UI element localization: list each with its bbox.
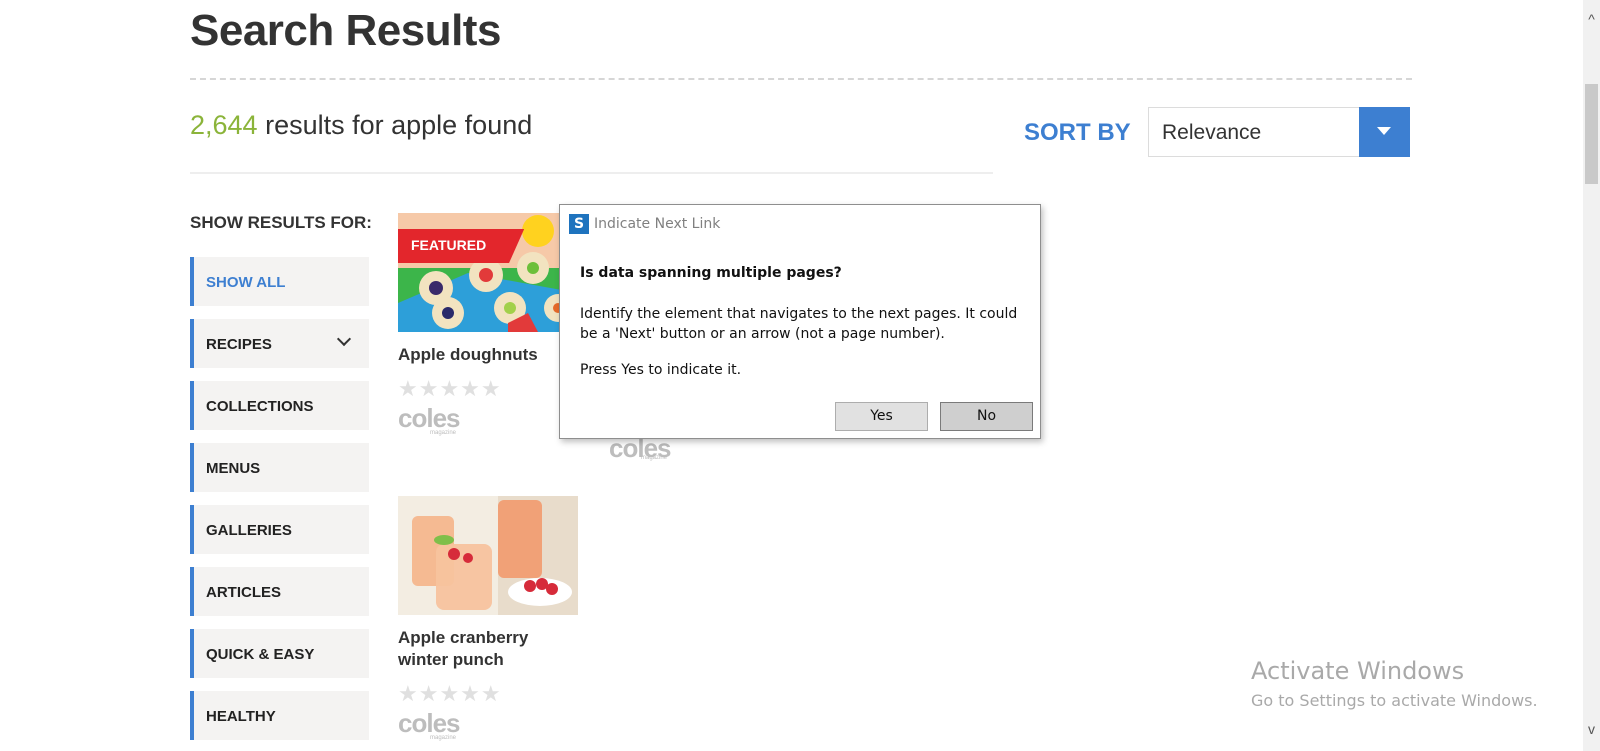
coles-logo-sub: magazine (641, 455, 668, 461)
sort-selected-value: Relevance (1162, 121, 1262, 144)
dialog-hint: Press Yes to indicate it. (580, 362, 742, 378)
filter-item-articles[interactable]: ARTICLES (190, 567, 369, 616)
filter-item-recipes[interactable]: RECIPES (190, 319, 369, 368)
page-title: Search Results (190, 6, 501, 55)
no-button[interactable]: No (940, 402, 1033, 431)
sort-by-label: SORT BY (1024, 119, 1131, 146)
filter-heading: SHOW RESULTS FOR: (190, 213, 372, 232)
filter-item-menus[interactable]: MENUS (190, 443, 369, 492)
featured-badge: FEATURED (398, 229, 525, 263)
recipe-image[interactable] (398, 496, 578, 615)
app-logo-icon: S (569, 214, 589, 234)
results-number: 2,644 (190, 110, 258, 140)
recipe-title[interactable]: Apple doughnuts (398, 344, 578, 366)
coles-logo-sub: magazine (430, 430, 457, 436)
rating-stars-icon[interactable]: ★★★★★ (398, 681, 578, 707)
watermark-title: Activate Windows (1251, 657, 1465, 685)
indicate-next-link-dialog: S Indicate Next Link Is data spanning mu… (559, 204, 1041, 439)
activate-windows-watermark: Activate Windows Go to Settings to activ… (1251, 657, 1538, 710)
chevron-down-icon[interactable] (1359, 107, 1410, 157)
chevron-down-icon[interactable] (336, 331, 352, 347)
filter-item-healthy[interactable]: HEALTHY (190, 691, 369, 740)
recipe-image[interactable]: FEATURED (398, 213, 578, 332)
result-card[interactable]: FEATURED Apple doughnuts ★★★★★ coles mag… (398, 213, 578, 436)
coles-logo-sub: magazine (430, 735, 457, 741)
recipe-title[interactable]: Apple cranberry winter punch (398, 627, 578, 671)
filter-item-collections[interactable]: COLLECTIONS (190, 381, 369, 430)
watermark-subtitle: Go to Settings to activate Windows. (1251, 691, 1538, 710)
scroll-up-icon[interactable]: ^ (1586, 12, 1597, 26)
coles-logo: coles (398, 403, 461, 433)
sort-select[interactable]: Relevance (1148, 107, 1410, 157)
dialog-title: Indicate Next Link (594, 216, 721, 232)
filter-item-quick-easy[interactable]: QUICK & EASY (190, 629, 369, 678)
filter-item-galleries[interactable]: GALLERIES (190, 505, 369, 554)
dialog-body: Identify the element that navigates to t… (580, 306, 1018, 342)
results-text: results for apple found (257, 110, 533, 140)
scrollbar[interactable]: ^ v (1583, 0, 1600, 751)
scrollbar-thumb[interactable] (1585, 84, 1598, 184)
rating-stars-icon[interactable]: ★★★★★ (398, 376, 578, 402)
result-card[interactable]: Apple cranberry winter punch ★★★★★ coles… (398, 496, 578, 741)
results-count: 2,644 results for apple found (190, 110, 532, 141)
yes-button[interactable]: Yes (835, 402, 928, 431)
filter-item-show-all[interactable]: SHOW ALL (190, 257, 369, 306)
dialog-question: Is data spanning multiple pages? (580, 265, 842, 281)
filter-list: SHOW ALL RECIPES COLLECTIONS MENUS GALLE… (190, 257, 369, 751)
scroll-down-icon[interactable]: v (1586, 722, 1597, 736)
coles-logo: coles (398, 708, 461, 738)
results-divider (190, 172, 993, 174)
title-divider (190, 78, 1412, 80)
